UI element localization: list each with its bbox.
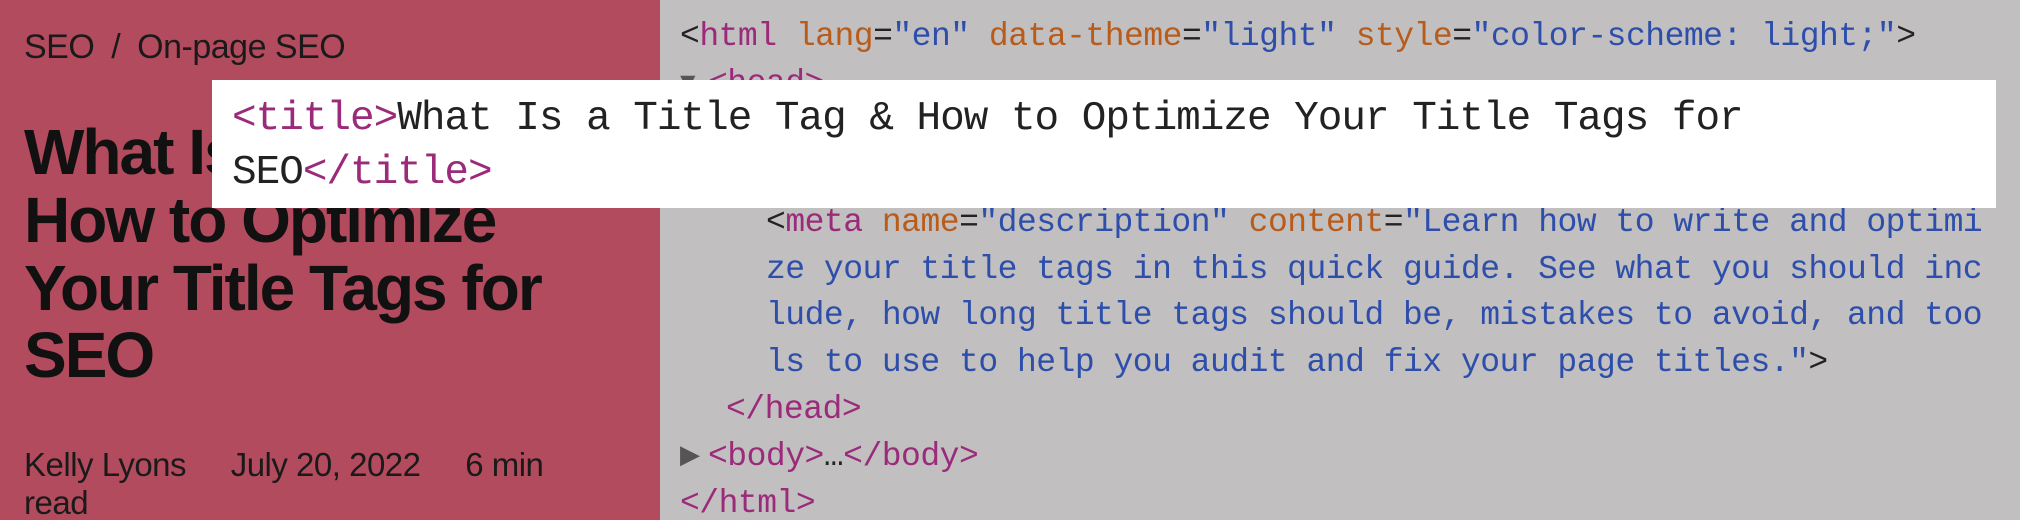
code-meta-description[interactable]: <meta name="description" content="Learn … <box>680 200 2000 387</box>
article-author: Kelly Lyons <box>24 446 186 483</box>
overlay-title-open-tag: <title> <box>232 96 397 142</box>
breadcrumb-item-seo[interactable]: SEO <box>24 28 94 66</box>
disclosure-triangle-right-icon[interactable]: ▶ <box>680 438 708 475</box>
code-head-close[interactable]: </head> <box>680 387 2000 434</box>
title-tag-highlight-overlay: <title>What Is a Title Tag & How to Opti… <box>212 80 1996 208</box>
article-date: July 20, 2022 <box>231 446 421 483</box>
code-body[interactable]: ▶<body>…</body> <box>680 434 2000 481</box>
code-html-open[interactable]: <html lang="en" data-theme="light" style… <box>680 14 2000 61</box>
breadcrumb: SEO / On-page SEO <box>24 28 632 67</box>
devtools-elements-panel: <html lang="en" data-theme="light" style… <box>660 0 2020 520</box>
article-meta: Kelly Lyons July 20, 2022 6 min read <box>24 446 632 522</box>
overlay-title-close-tag: </title> <box>303 150 492 196</box>
breadcrumb-item-onpage[interactable]: On-page SEO <box>137 28 345 66</box>
breadcrumb-separator: / <box>111 28 120 66</box>
code-html-close[interactable]: </html> <box>680 481 2000 528</box>
article-preview-panel: SEO / On-page SEO What Is a Title Tag & … <box>0 0 660 520</box>
